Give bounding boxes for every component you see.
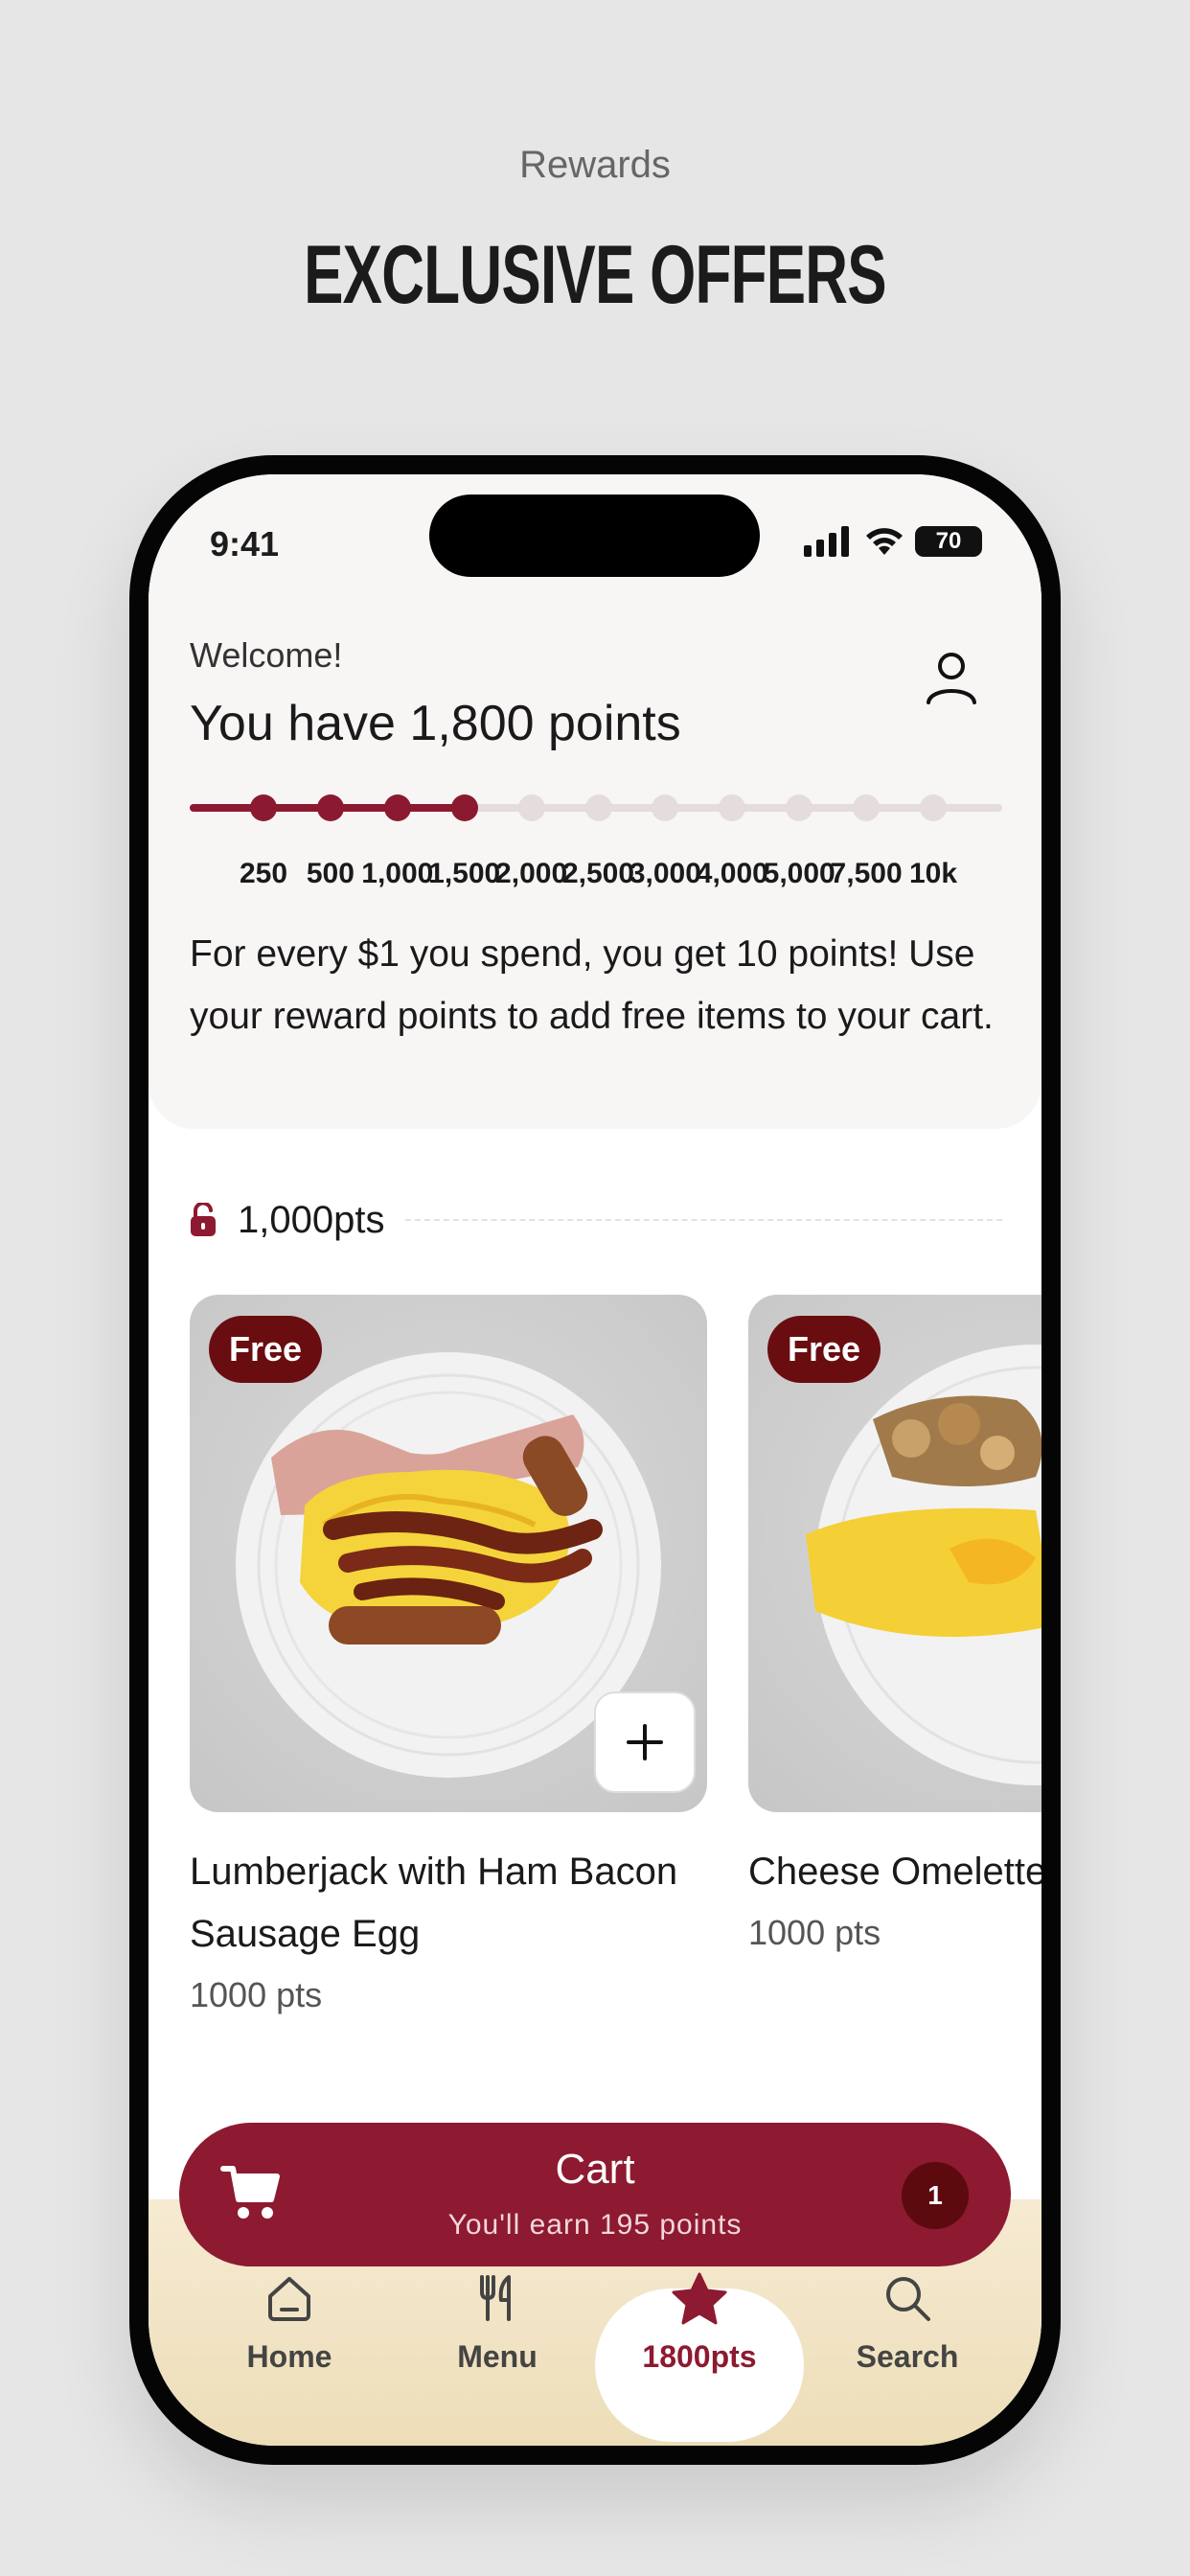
points-progress-track: [190, 794, 1002, 821]
dynamic-island: [429, 494, 760, 577]
page-subtitle: Rewards: [519, 144, 671, 186]
progress-tick-dot: [584, 794, 612, 821]
reward-item-card[interactable]: Free Lumberjack with Ham Bacon Sausage E…: [190, 1295, 707, 2015]
progress-tick-dot: [786, 794, 813, 821]
progress-tick-label: 3,000: [629, 858, 701, 889]
battery-icon: 70: [915, 526, 982, 557]
free-badge: Free: [767, 1316, 881, 1383]
tier-header: 1,000pts: [190, 1197, 1002, 1243]
cart-title: Cart: [555, 2146, 635, 2193]
nav-item-rewards[interactable]: 1800pts: [604, 2271, 795, 2375]
progress-tick-label: 2,500: [561, 858, 635, 889]
app-screen: 9:41 70 Welcome! You have 1,800 points 2…: [149, 474, 1041, 2446]
plus-icon: [627, 1724, 663, 1760]
profile-icon[interactable]: [921, 647, 982, 708]
utensils-icon: [480, 2275, 511, 2321]
progress-tick-label: 250: [239, 858, 288, 889]
welcome-text: Welcome!: [190, 635, 343, 675]
cart-count-badge: 1: [902, 2162, 969, 2229]
progress-tick-label: 5,000: [763, 858, 835, 889]
phone-frame: 9:41 70 Welcome! You have 1,800 points 2…: [129, 455, 1061, 2465]
progress-tick-dot: [250, 794, 277, 821]
progress-tick-label: 1,000: [361, 858, 434, 889]
progress-tick-dot: [450, 794, 478, 821]
reward-item-image: Free: [748, 1295, 1041, 1812]
reward-item-card[interactable]: Free Cheese Omelette 1000 pts: [748, 1295, 1041, 1953]
nav-item-search[interactable]: Search: [812, 2271, 1003, 2375]
nav-label: Search: [856, 2339, 959, 2374]
nav-label: Menu: [457, 2339, 538, 2374]
progress-tick-dot: [316, 794, 344, 821]
progress-tick-label: 500: [306, 858, 355, 889]
free-badge: Free: [209, 1316, 323, 1383]
status-time: 9:41: [210, 524, 280, 564]
progress-tick-dot: [920, 794, 947, 821]
tier-label: 1,000pts: [238, 1198, 385, 1241]
home-icon: [268, 2277, 310, 2321]
progress-tick-label: 1,500: [428, 858, 501, 889]
status-icons: 70: [804, 526, 982, 557]
progress-tick-dot: [517, 794, 545, 821]
search-icon: [886, 2277, 930, 2321]
rewards-info-text: For every $1 you spend, you get 10 point…: [190, 933, 994, 1037]
add-item-button[interactable]: [594, 1691, 696, 1793]
reward-item-points: 1000 pts: [748, 1913, 881, 1952]
nav-label: Home: [246, 2339, 332, 2374]
nav-label: 1800pts: [642, 2339, 757, 2374]
reward-item-name: Lumberjack with Ham Bacon Sausage Egg: [190, 1851, 678, 1955]
page-title: EXCLUSIVE OFFERS: [304, 229, 887, 321]
reward-item-points: 1000 pts: [190, 1975, 323, 2014]
reward-item-image: Free: [190, 1295, 707, 1812]
signal-icon: [804, 526, 849, 557]
points-heading: You have 1,800 points: [190, 696, 681, 751]
nav-item-menu[interactable]: Menu: [401, 2271, 593, 2375]
cart-subtitle: You'll earn 195 points: [447, 2209, 743, 2241]
progress-tick-label: 7,500: [830, 858, 903, 889]
star-icon: [672, 2272, 727, 2325]
unlock-icon: [191, 1203, 216, 1236]
progress-tick-dot: [853, 794, 881, 821]
progress-tick-label: 10k: [908, 858, 958, 889]
wifi-icon: [866, 528, 903, 555]
progress-tick-label: 4,000: [696, 858, 768, 889]
nav-item-home[interactable]: Home: [194, 2271, 385, 2375]
progress-tick-label: 2,000: [495, 858, 568, 889]
cart-button[interactable]: Cart You'll earn 195 points 1: [179, 2123, 1011, 2266]
reward-item-name: Cheese Omelette: [748, 1851, 1041, 1893]
tier-divider: [405, 1219, 1002, 1221]
progress-tick-dot: [383, 794, 411, 821]
